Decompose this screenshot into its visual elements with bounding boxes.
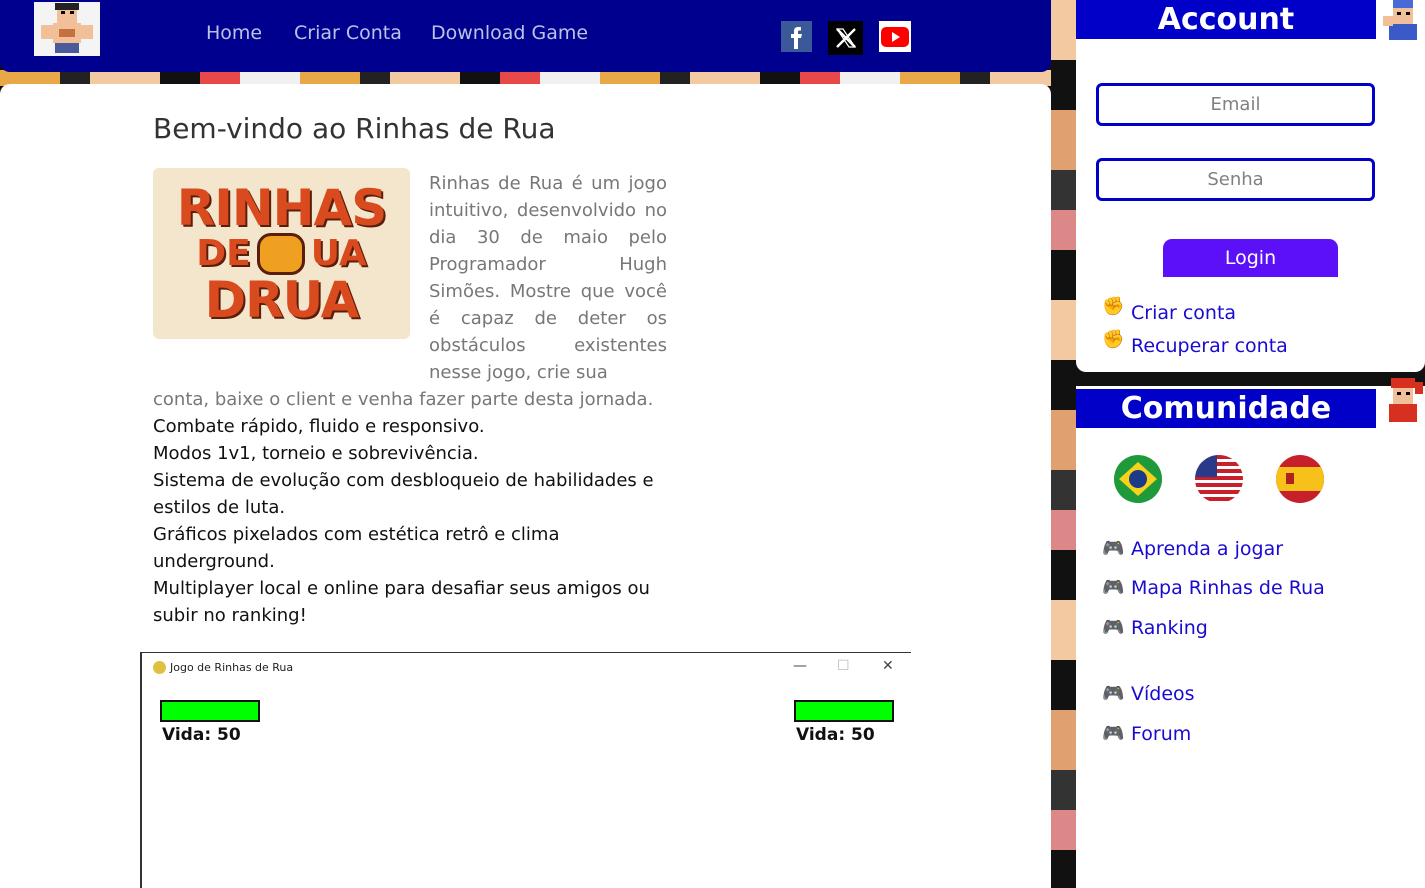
fist-icon: ✊ xyxy=(1102,296,1125,317)
life-label-left: Vida: 50 xyxy=(162,725,241,745)
gamepad-icon: 🎮 xyxy=(1102,683,1125,704)
background-collage-column xyxy=(1051,0,1079,888)
brazil-flag-icon[interactable] xyxy=(1114,455,1162,503)
logo-word-ua: UA xyxy=(310,232,367,274)
feature-list: Combate rápido, fluido e responsivo. Mod… xyxy=(153,413,673,629)
videos-link[interactable]: Vídeos xyxy=(1131,683,1195,705)
gamepad-icon: 🎮 xyxy=(1102,723,1125,744)
health-bar-left xyxy=(160,700,260,722)
mascot-icon xyxy=(1381,0,1425,42)
recuperar-conta-link[interactable]: Recuperar conta xyxy=(1131,335,1288,357)
nav-home[interactable]: Home xyxy=(206,22,262,44)
mascot-icon xyxy=(1381,378,1425,424)
logo-line-2: DE UA xyxy=(196,232,367,275)
mapa-link[interactable]: Mapa Rinhas de Rua xyxy=(1131,577,1325,599)
account-panel: Account Login ✊ Criar conta ✊ Recuperar … xyxy=(1076,0,1425,372)
facebook-icon[interactable] xyxy=(781,21,812,52)
email-input[interactable] xyxy=(1096,83,1375,126)
nav-criar-conta[interactable]: Criar Conta xyxy=(294,22,402,44)
window-title: Jogo de Rinhas de Rua xyxy=(170,661,294,674)
youtube-icon[interactable] xyxy=(879,21,911,52)
feature-item: Combate rápido, fluido e responsivo. xyxy=(153,416,485,437)
minimize-icon: — xyxy=(793,658,807,674)
forum-link[interactable]: Forum xyxy=(1131,723,1191,745)
x-icon[interactable] xyxy=(828,21,863,55)
comunidade-title: Comunidade xyxy=(1076,389,1376,428)
close-icon: ✕ xyxy=(882,658,894,674)
top-navigation: Home Criar Conta Download Game xyxy=(0,0,1051,72)
game-screenshot: Jogo de Rinhas de Rua — ☐ ✕ Vida: 50 Vid… xyxy=(140,652,911,888)
page-title: Bem-vindo ao Rinhas de Rua xyxy=(153,112,556,145)
site-logo[interactable] xyxy=(34,2,100,56)
nav-download-game[interactable]: Download Game xyxy=(431,22,588,44)
fist-icon xyxy=(256,232,305,275)
game-logo-image: RINHAS DE UA DRUA xyxy=(153,168,410,339)
gamepad-icon: 🎮 xyxy=(1102,577,1125,598)
login-button[interactable]: Login xyxy=(1163,239,1338,277)
logo-word-de: DE xyxy=(196,232,251,274)
intro-text-tail: conta, baixe o client e venha fazer part… xyxy=(153,389,654,410)
intro-text: Rinhas de Rua é um jogo intuitivo, desen… xyxy=(429,173,667,383)
maximize-icon: ☐ xyxy=(837,658,850,674)
logo-line-3: DRUA xyxy=(204,270,360,329)
feature-item: Modos 1v1, torneio e sobrevivência. xyxy=(153,443,479,464)
gamepad-icon: 🎮 xyxy=(1102,538,1125,559)
fighter-avatar-icon xyxy=(41,3,93,53)
feature-item: Gráficos pixelados com estética retrô e … xyxy=(153,524,560,572)
life-label-right: Vida: 50 xyxy=(796,725,875,745)
usa-flag-icon[interactable] xyxy=(1195,455,1243,503)
health-bar-right xyxy=(794,700,894,722)
aprenda-a-jogar-link[interactable]: Aprenda a jogar xyxy=(1131,538,1283,560)
python-icon xyxy=(153,661,166,674)
feature-item: Multiplayer local e online para desafiar… xyxy=(153,578,650,626)
gamepad-icon: 🎮 xyxy=(1102,617,1125,638)
senha-input[interactable] xyxy=(1096,158,1375,201)
ranking-link[interactable]: Ranking xyxy=(1131,617,1208,639)
feature-item: Sistema de evolução com desbloqueio de h… xyxy=(153,470,654,518)
criar-conta-link[interactable]: Criar conta xyxy=(1131,302,1236,324)
logo-line-1: RINHAS xyxy=(176,178,388,237)
fist-icon: ✊ xyxy=(1102,329,1125,350)
spain-flag-icon[interactable] xyxy=(1276,455,1324,503)
account-title: Account xyxy=(1076,0,1376,39)
